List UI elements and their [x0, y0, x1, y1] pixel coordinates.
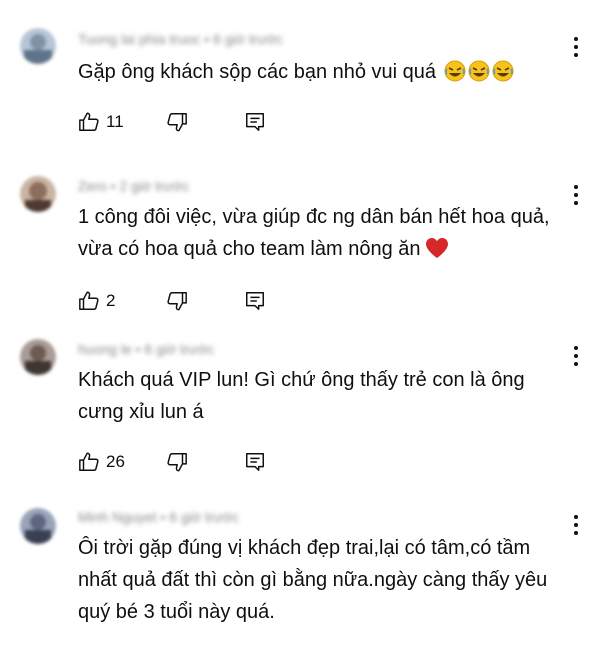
comment-author[interactable]: Tuong lai phia truoc — [78, 31, 200, 47]
more-vert-icon[interactable] — [568, 514, 584, 536]
reply-button[interactable] — [244, 450, 266, 474]
avatar[interactable] — [20, 339, 56, 375]
comment-meta: huong le • 6 giờ trước — [78, 341, 215, 357]
reply-button[interactable] — [244, 289, 266, 313]
comment-meta: Minh Nguyet • 6 giờ trước — [78, 509, 240, 525]
more-vert-icon[interactable] — [568, 184, 584, 206]
thumbs-down-icon — [167, 453, 187, 472]
like-count: 2 — [106, 291, 116, 310]
reply-icon — [246, 453, 264, 471]
reply-icon — [246, 292, 264, 310]
rolling-on-floor-laughing-emoji-icon — [444, 60, 466, 82]
like-button[interactable]: 11 — [78, 110, 124, 134]
reply-icon — [246, 113, 264, 131]
thumbs-up-icon — [79, 291, 99, 310]
comment-time[interactable]: 6 giờ trước — [213, 31, 283, 47]
rolling-on-floor-laughing-emoji-icon — [468, 60, 490, 82]
thumbs-up-icon — [79, 452, 99, 471]
avatar[interactable] — [20, 28, 56, 64]
like-button[interactable]: 2 — [78, 289, 115, 313]
comment-text: 1 công đôi việc, vừa giúp đc ng dân bán … — [78, 206, 550, 260]
comment-text: Gặp ông khách sộp các bạn nhỏ vui quá — [78, 56, 568, 88]
comment-author[interactable]: Minh Nguyet — [78, 509, 157, 525]
comment-actions: 11 — [78, 110, 298, 134]
red-heart-emoji-icon — [425, 237, 449, 259]
comment-text: Khách quá VIP lun! Gì chứ ông thấy trẻ c… — [78, 369, 525, 423]
more-vert-icon[interactable] — [568, 345, 584, 367]
comment-author[interactable]: huong le — [78, 341, 132, 357]
like-count: 26 — [106, 452, 125, 471]
comment-meta: Zero • 2 giờ trước — [78, 178, 190, 194]
comment-time[interactable]: 6 giờ trước — [144, 341, 214, 357]
dislike-button[interactable] — [166, 110, 188, 134]
comment-actions: 26 — [78, 450, 298, 474]
comment-text: Ôi trời gặp đúng vị khách đẹp trai,lại c… — [78, 537, 548, 623]
dislike-button[interactable] — [166, 289, 188, 313]
thumbs-up-icon — [79, 112, 99, 131]
like-button[interactable]: 26 — [78, 450, 125, 474]
thumbs-down-icon — [167, 113, 187, 132]
comment-time[interactable]: 2 giờ trước — [119, 178, 189, 194]
thumbs-down-icon — [167, 292, 187, 311]
comment-time[interactable]: 6 giờ trước — [169, 509, 239, 525]
rolling-on-floor-laughing-emoji-icon — [492, 60, 514, 82]
avatar[interactable] — [20, 508, 56, 544]
comment-meta: Tuong lai phia truoc • 6 giờ trước — [78, 31, 283, 47]
reply-button[interactable] — [244, 110, 266, 134]
avatar[interactable] — [20, 176, 56, 212]
more-vert-icon[interactable] — [568, 36, 584, 58]
dislike-button[interactable] — [166, 450, 188, 474]
like-count: 11 — [106, 112, 124, 131]
comment-author[interactable]: Zero — [78, 178, 107, 194]
comment-actions: 2 — [78, 289, 298, 313]
